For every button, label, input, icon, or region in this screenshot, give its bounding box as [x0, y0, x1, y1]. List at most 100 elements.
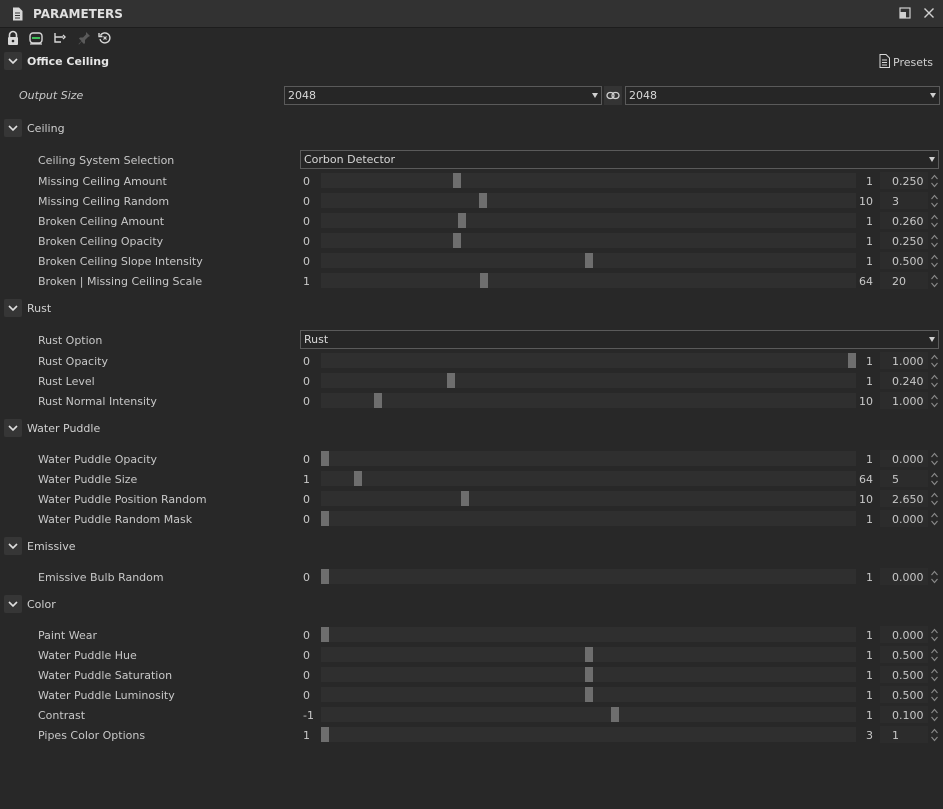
spinner-arrows-icon[interactable]: [930, 273, 939, 289]
slider-handle[interactable]: [452, 233, 461, 248]
collapse-toggle[interactable]: [4, 419, 22, 437]
spinner-arrows-icon[interactable]: [930, 213, 939, 229]
hierarchy-icon[interactable]: [52, 30, 68, 46]
slider-track[interactable]: [321, 353, 856, 368]
ceiling-option-select[interactable]: Corbon Detector: [300, 150, 939, 169]
value-input[interactable]: 3: [880, 192, 928, 209]
slider-handle[interactable]: [584, 647, 593, 662]
slider-track[interactable]: [321, 213, 856, 228]
slider-handle[interactable]: [354, 471, 363, 486]
slider-track[interactable]: [321, 173, 856, 188]
slider-handle[interactable]: [321, 451, 329, 466]
value-input[interactable]: 2.650: [880, 490, 928, 507]
slider-handle[interactable]: [373, 393, 382, 408]
value-input[interactable]: 0.250: [880, 172, 928, 189]
collapse-toggle[interactable]: [4, 537, 22, 555]
slider-track[interactable]: [321, 393, 856, 408]
slider-handle[interactable]: [584, 687, 593, 702]
collapse-toggle[interactable]: [4, 299, 22, 317]
slider-handle[interactable]: [452, 173, 461, 188]
slider-handle[interactable]: [321, 727, 329, 742]
value-input[interactable]: 5: [880, 470, 928, 487]
spinner-arrows-icon[interactable]: [930, 569, 939, 585]
slider-track[interactable]: [321, 667, 856, 682]
output-width-select[interactable]: 2048: [284, 86, 602, 105]
slider-track[interactable]: [321, 373, 856, 388]
slider-handle[interactable]: [321, 511, 329, 526]
close-icon[interactable]: [922, 6, 936, 20]
slider-handle[interactable]: [584, 667, 593, 682]
collapse-toggle[interactable]: [4, 52, 22, 70]
slider-handle[interactable]: [584, 253, 593, 268]
slider-track[interactable]: [321, 647, 856, 662]
value-input[interactable]: 1.000: [880, 352, 928, 369]
slider-handle[interactable]: [458, 213, 467, 228]
value-input[interactable]: 0.500: [880, 666, 928, 683]
slider-track[interactable]: [321, 707, 856, 722]
spinner-arrows-icon[interactable]: [930, 511, 939, 527]
slider-handle[interactable]: [321, 569, 329, 584]
value-input[interactable]: 0.260: [880, 212, 928, 229]
value-input[interactable]: 0.500: [880, 686, 928, 703]
spinner-arrows-icon[interactable]: [930, 627, 939, 643]
spinner-arrows-icon[interactable]: [930, 491, 939, 507]
slider-track[interactable]: [321, 491, 856, 506]
spinner-arrows-icon[interactable]: [930, 451, 939, 467]
value-input[interactable]: 0.500: [880, 252, 928, 269]
value-input[interactable]: 0.500: [880, 646, 928, 663]
slider-track[interactable]: [321, 687, 856, 702]
slider-handle[interactable]: [848, 353, 856, 368]
lock-icon[interactable]: [5, 30, 21, 46]
slider-track[interactable]: [321, 193, 856, 208]
collapse-toggle[interactable]: [4, 595, 22, 613]
slider-track[interactable]: [321, 471, 856, 486]
rust-option-select[interactable]: Rust: [300, 330, 939, 349]
value-input[interactable]: 0.000: [880, 510, 928, 527]
slider-track[interactable]: [321, 233, 856, 248]
value-input[interactable]: 0.000: [880, 568, 928, 585]
spinner-arrows-icon[interactable]: [930, 687, 939, 703]
spinner-arrows-icon[interactable]: [930, 727, 939, 743]
spinner-arrows-icon[interactable]: [930, 647, 939, 663]
slider-track[interactable]: [321, 273, 856, 288]
slider-track[interactable]: [321, 727, 856, 742]
pin-icon[interactable]: [76, 30, 92, 46]
value-input[interactable]: 1.000: [880, 392, 928, 409]
slider-handle[interactable]: [460, 491, 469, 506]
slider-track[interactable]: [321, 627, 856, 642]
presets-button[interactable]: Presets: [879, 54, 933, 70]
spinner-arrows-icon[interactable]: [930, 471, 939, 487]
sync-icon[interactable]: [28, 30, 44, 46]
spinner-arrows-icon[interactable]: [930, 393, 939, 409]
slider-track[interactable]: [321, 511, 856, 526]
spinner-arrows-icon[interactable]: [930, 193, 939, 209]
spinner-arrows-icon[interactable]: [930, 667, 939, 683]
spinner-arrows-icon[interactable]: [930, 233, 939, 249]
slider-handle[interactable]: [479, 273, 488, 288]
value-input[interactable]: 0.100: [880, 706, 928, 723]
slider-handle[interactable]: [321, 627, 329, 642]
spinner-arrows-icon[interactable]: [930, 353, 939, 369]
spinner-arrows-icon[interactable]: [930, 253, 939, 269]
collapse-toggle[interactable]: [4, 119, 22, 137]
value-input[interactable]: 0.000: [880, 450, 928, 467]
float-window-icon[interactable]: [898, 6, 912, 20]
value-input[interactable]: 0.250: [880, 232, 928, 249]
slider-handle[interactable]: [447, 373, 456, 388]
slider-max-label: 10: [859, 493, 873, 506]
link-size-button[interactable]: [604, 86, 622, 105]
output-height-select[interactable]: 2048: [625, 86, 940, 105]
spinner-arrows-icon[interactable]: [930, 173, 939, 189]
slider-track[interactable]: [321, 253, 856, 268]
slider-track[interactable]: [321, 451, 856, 466]
value-input[interactable]: 0.000: [880, 626, 928, 643]
value-input[interactable]: 20: [880, 272, 928, 289]
slider-handle[interactable]: [610, 707, 619, 722]
spinner-arrows-icon[interactable]: [930, 707, 939, 723]
spinner-arrows-icon[interactable]: [930, 373, 939, 389]
value-input[interactable]: 1: [880, 726, 928, 743]
slider-track[interactable]: [321, 569, 856, 584]
slider-handle[interactable]: [479, 193, 488, 208]
reset-icon[interactable]: [97, 30, 113, 46]
value-input[interactable]: 0.240: [880, 372, 928, 389]
